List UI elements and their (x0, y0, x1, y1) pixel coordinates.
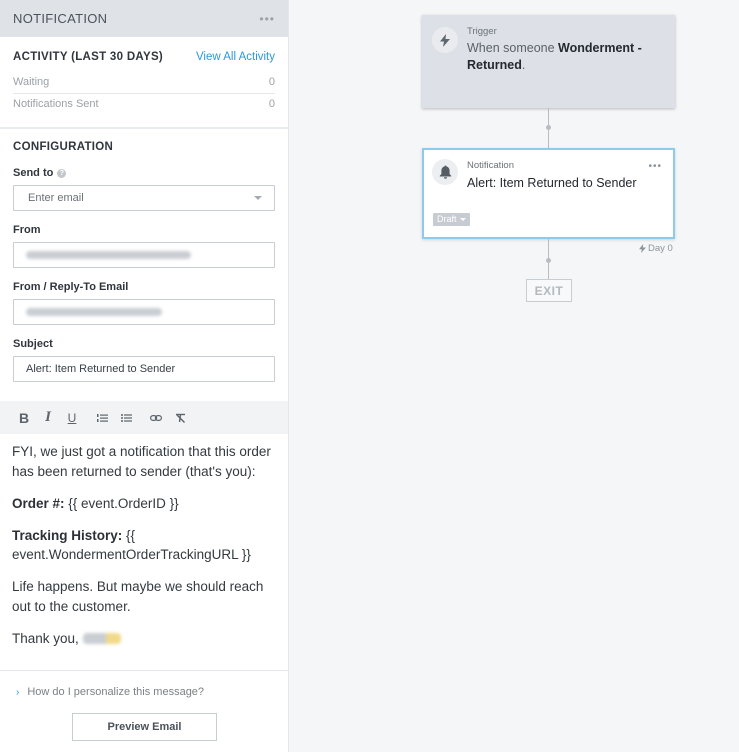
redacted-value (26, 308, 162, 316)
question-circle-icon[interactable]: ? (57, 168, 67, 178)
body-intro: FYI, we just got a notification that thi… (12, 444, 271, 479)
notification-node[interactable]: Notification Alert: Item Returned to Sen… (422, 148, 675, 239)
exit-node: EXIT (526, 279, 572, 302)
connector-dot (546, 258, 551, 263)
editor-toolbar: B I U (0, 401, 288, 434)
notification-title: Alert: Item Returned to Sender (467, 176, 637, 190)
stat-label: Notifications Sent (13, 98, 99, 110)
redacted-value (26, 251, 191, 259)
underline-icon[interactable]: U (60, 406, 84, 430)
stat-value: 0 (268, 98, 275, 110)
panel-footer: › How do I personalize this message? Pre… (0, 670, 288, 741)
delay-text: Day 0 (648, 243, 673, 254)
body-order-line: Order #: {{ event.OrderID }} (12, 494, 277, 514)
redacted-name (82, 633, 121, 645)
activity-section: ACTIVITY (LAST 30 DAYS) View All Activit… (0, 37, 288, 129)
trigger-prefix: When someone (467, 41, 559, 55)
trigger-kicker: Trigger (467, 26, 497, 37)
order-label: Order #: (12, 495, 65, 511)
panel-header: NOTIFICATION ••• (0, 0, 288, 37)
trigger-suffix: . (521, 58, 526, 72)
help-link-text: How do I personalize this message? (27, 686, 205, 698)
tracking-label: Tracking History: (12, 527, 123, 543)
stat-value: 0 (268, 76, 275, 88)
chevron-right-icon: › (16, 686, 20, 698)
connector-dot (546, 125, 551, 130)
subject-label: Subject (13, 338, 53, 350)
preview-email-button[interactable]: Preview Email (72, 713, 217, 741)
bold-icon[interactable]: B (12, 406, 36, 430)
signoff-text: Thank you, (12, 630, 83, 646)
ordered-list-icon[interactable] (90, 406, 114, 430)
from-field[interactable] (13, 242, 275, 268)
unordered-list-icon[interactable] (114, 406, 138, 430)
personalize-help-link[interactable]: › How do I personalize this message? (0, 671, 288, 698)
configuration-section: CONFIGURATION Send to ? Enter email From… (0, 129, 288, 382)
status-dropdown[interactable]: Draft (433, 213, 470, 226)
send-to-label: Send to ? (13, 167, 275, 179)
lightning-icon (432, 27, 458, 53)
more-options-icon[interactable]: ••• (259, 12, 275, 26)
body-closing: Life happens. But maybe we should reach … (12, 579, 264, 614)
send-to-select[interactable]: Enter email (13, 185, 275, 211)
send-to-label-text: Send to (13, 167, 54, 179)
delay-label: Day 0 (639, 243, 673, 254)
configuration-title: CONFIGURATION (13, 141, 114, 153)
italic-icon[interactable]: I (36, 406, 60, 430)
notification-panel: NOTIFICATION ••• ACTIVITY (LAST 30 DAYS)… (0, 0, 289, 752)
lightning-icon (639, 244, 646, 253)
activity-title: ACTIVITY (LAST 30 DAYS) (13, 51, 164, 63)
chevron-down-icon (254, 196, 262, 200)
message-body-editor[interactable]: FYI, we just got a notification that thi… (12, 442, 277, 661)
reply-to-label: From / Reply-To Email (13, 281, 129, 293)
subject-field[interactable]: Alert: Item Returned to Sender (13, 356, 275, 382)
link-icon[interactable] (144, 406, 168, 430)
body-tracking-line: Tracking History: {{ event.WondermentOrd… (12, 526, 277, 565)
trigger-node[interactable]: Trigger When someone Wonderment - Return… (422, 15, 675, 108)
stat-row-waiting: Waiting 0 (13, 72, 275, 93)
send-to-placeholder: Enter email (28, 192, 84, 204)
notification-kicker: Notification (467, 160, 514, 171)
status-label: Draft (437, 214, 457, 224)
stat-label: Waiting (13, 76, 50, 88)
reply-to-email-field[interactable] (13, 299, 275, 325)
chevron-down-icon (459, 218, 466, 221)
from-label: From (13, 224, 41, 236)
view-all-activity-link[interactable]: View All Activity (196, 51, 275, 63)
flow-canvas: Trigger When someone Wonderment - Return… (289, 0, 739, 752)
clear-formatting-icon[interactable] (168, 406, 192, 430)
trigger-description: When someone Wonderment - Returned. (467, 40, 657, 74)
stat-row-notifications-sent: Notifications Sent 0 (13, 93, 275, 115)
body-signoff: Thank you, (12, 629, 277, 649)
panel-title: NOTIFICATION (13, 11, 108, 26)
subject-value: Alert: Item Returned to Sender (26, 363, 176, 375)
order-value: {{ event.OrderID }} (64, 495, 179, 511)
bell-icon (432, 159, 458, 185)
node-more-options-icon[interactable]: ••• (648, 161, 662, 172)
